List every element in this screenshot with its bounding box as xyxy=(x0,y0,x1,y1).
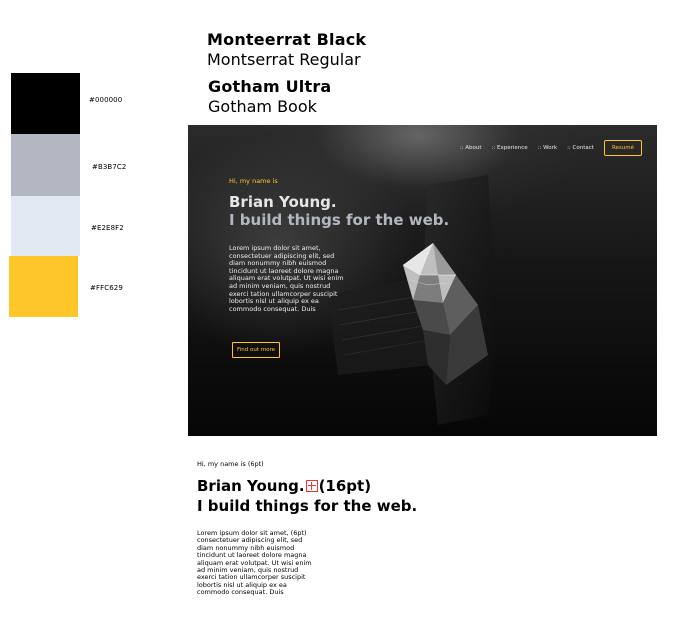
text-cursor-marker-icon xyxy=(305,480,318,492)
spec-tagline: I build things for the web. xyxy=(197,497,418,515)
color-swatch-black xyxy=(11,73,80,134)
color-swatch-yellow xyxy=(9,256,78,317)
font-sample-montserrat-regular: Montserrat Regular xyxy=(207,50,361,69)
hero-body-text: Lorem ipsum dolor sit amet, consectetuer… xyxy=(229,244,344,313)
spec-name-size: (16pt) xyxy=(318,477,372,495)
color-hex-label: #FFC629 xyxy=(90,284,123,292)
hero-nav: :: About :: Experience :: Work :: Contac… xyxy=(460,140,642,156)
color-hex-label: #E2E8F2 xyxy=(91,224,124,232)
spec-name-text: Brian Young. xyxy=(197,477,305,495)
font-sample-gotham-ultra: Gotham Ultra xyxy=(208,77,332,96)
hero-name: Brian Young. xyxy=(229,193,337,211)
color-hex-label: #000000 xyxy=(89,96,123,104)
font-sample-gotham-book: Gotham Book xyxy=(208,97,317,116)
find-out-more-button[interactable]: Find out more xyxy=(232,342,281,358)
hero-greeting: Hi, my name is xyxy=(229,177,278,185)
resume-button[interactable]: Resumé xyxy=(603,140,642,156)
color-swatch-gray xyxy=(11,134,80,196)
color-swatch-light-blue xyxy=(11,196,80,256)
color-hex-label: #B3B7C2 xyxy=(92,163,127,171)
nav-link-about[interactable]: :: About xyxy=(460,145,482,151)
spec-name: Brian Young. (16pt) xyxy=(197,477,371,495)
nav-link-work[interactable]: :: Work xyxy=(538,145,557,151)
nav-link-experience[interactable]: :: Experience xyxy=(492,145,528,151)
font-sample-montserrat-black: Monteerrat Black xyxy=(207,30,367,49)
nav-link-contact[interactable]: :: Contact xyxy=(567,145,594,151)
hero-mockup: :: About :: Experience :: Work :: Contac… xyxy=(188,125,657,436)
spec-body-text: Lorem ipsum dolor sit amet, (6pt) consec… xyxy=(197,529,312,597)
hero-tagline: I build things for the web. xyxy=(229,211,450,229)
spec-greeting: Hi, my name is (6pt) xyxy=(197,460,264,468)
